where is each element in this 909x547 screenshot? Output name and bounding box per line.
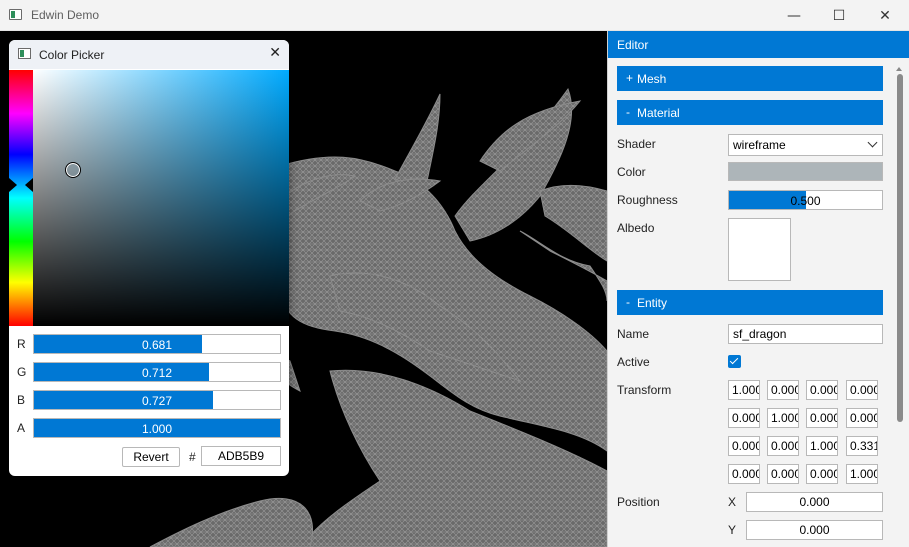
- channel-value: 1.000: [141, 422, 173, 436]
- editor-title: Editor: [617, 38, 649, 52]
- transform-cell-3-3[interactable]: 1.000: [846, 464, 878, 484]
- scrollbar-thumb[interactable]: [897, 74, 903, 422]
- channel-a-row: A 1.000: [9, 418, 289, 438]
- position-y-input[interactable]: 0.000: [746, 520, 883, 540]
- section-mesh[interactable]: + Mesh: [617, 66, 883, 91]
- saturation-value-area[interactable]: [33, 70, 289, 326]
- shader-value: wireframe: [733, 138, 786, 152]
- position-axis-label: X: [728, 495, 737, 509]
- scrollbar[interactable]: [892, 59, 908, 547]
- section-title: Entity: [637, 296, 668, 310]
- section-title: Mesh: [637, 72, 667, 86]
- section-entity[interactable]: - Entity: [617, 290, 883, 315]
- roughness-label: Roughness: [617, 193, 678, 207]
- hue-slider[interactable]: [9, 70, 33, 326]
- collapse-icon: -: [626, 295, 630, 309]
- section-title: Material: [637, 106, 680, 120]
- transform-label: Transform: [617, 383, 672, 397]
- position-label: Position: [617, 495, 660, 509]
- dialog-icon: [18, 48, 31, 59]
- channel-r-row: R 0.681: [9, 334, 289, 354]
- channel-value: 0.727: [141, 394, 173, 408]
- expand-icon: +: [626, 71, 634, 85]
- hex-input[interactable]: ADB5B9: [201, 446, 281, 466]
- position-axis-label: Y: [728, 523, 737, 537]
- channel-value: 0.681: [141, 338, 173, 352]
- transform-cell-3-0[interactable]: 0.000: [728, 464, 760, 484]
- transform-cell-1-1[interactable]: 1.000: [767, 408, 799, 428]
- active-checkbox[interactable]: [728, 355, 741, 368]
- maximize-button[interactable]: ☐: [816, 0, 862, 31]
- transform-cell-0-2[interactable]: 0.000: [806, 380, 838, 400]
- close-button[interactable]: ✕: [862, 0, 908, 31]
- channel-b-row: B 0.727: [9, 390, 289, 410]
- color-picker-title: Color Picker: [39, 48, 105, 62]
- name-label: Name: [617, 327, 650, 341]
- transform-cell-0-0[interactable]: 1.000: [728, 380, 760, 400]
- channel-r-slider[interactable]: 0.681: [33, 334, 281, 354]
- roughness-slider[interactable]: 0.500: [728, 190, 883, 210]
- collapse-icon: -: [626, 105, 630, 119]
- color-cursor-icon[interactable]: [65, 162, 81, 178]
- revert-button[interactable]: Revert: [122, 447, 180, 467]
- hex-hash-label: #: [189, 450, 196, 464]
- color-label: Color: [617, 165, 646, 179]
- editor-panel: Editor + Mesh - Material Shader wirefram…: [607, 31, 909, 547]
- section-material[interactable]: - Material: [617, 100, 883, 125]
- transform-cell-2-0[interactable]: 0.000: [728, 436, 760, 456]
- channel-label: R: [17, 337, 26, 351]
- transform-cell-1-0[interactable]: 0.000: [728, 408, 760, 428]
- title-bar: Edwin Demo — ☐ ✕: [0, 0, 909, 31]
- app-icon: [9, 9, 22, 20]
- scroll-up-icon[interactable]: [896, 67, 902, 71]
- name-input[interactable]: sf_dragon: [728, 324, 883, 344]
- chevron-down-icon: [867, 137, 878, 148]
- transform-cell-3-2[interactable]: 0.000: [806, 464, 838, 484]
- channel-a-slider[interactable]: 1.000: [33, 418, 281, 438]
- transform-cell-0-3[interactable]: 0.000: [846, 380, 878, 400]
- channel-g-row: G 0.712: [9, 362, 289, 382]
- hue-marker-right-icon[interactable]: [25, 178, 33, 192]
- color-picker-titlebar[interactable]: Color Picker ✕: [9, 40, 289, 69]
- albedo-label: Albedo: [617, 221, 655, 235]
- color-swatch[interactable]: [728, 162, 883, 181]
- active-label: Active: [617, 355, 650, 369]
- shader-select[interactable]: wireframe: [728, 134, 883, 156]
- color-picker-dialog: Color Picker ✕ R 0.681 G 0.712 B 0.727 A…: [9, 40, 289, 476]
- window-title: Edwin Demo: [31, 8, 100, 22]
- hue-marker-left-icon[interactable]: [9, 178, 17, 192]
- transform-cell-1-2[interactable]: 0.000: [806, 408, 838, 428]
- transform-cell-0-1[interactable]: 0.000: [767, 380, 799, 400]
- channel-value: 0.712: [141, 366, 173, 380]
- position-x-input[interactable]: 0.000: [746, 492, 883, 512]
- albedo-texture-slot[interactable]: [728, 218, 791, 281]
- channel-b-slider[interactable]: 0.727: [33, 390, 281, 410]
- minimize-button[interactable]: —: [771, 0, 817, 31]
- transform-cell-3-1[interactable]: 0.000: [767, 464, 799, 484]
- channel-label: B: [17, 393, 26, 407]
- channel-g-slider[interactable]: 0.712: [33, 362, 281, 382]
- transform-cell-2-1[interactable]: 0.000: [767, 436, 799, 456]
- shader-label: Shader: [617, 137, 656, 151]
- transform-cell-2-2[interactable]: 1.000: [806, 436, 838, 456]
- editor-header: Editor: [608, 31, 909, 58]
- transform-cell-2-3[interactable]: 0.331: [846, 436, 878, 456]
- transform-cell-1-3[interactable]: 0.000: [846, 408, 878, 428]
- roughness-value: 0.500: [790, 194, 821, 208]
- channel-label: G: [17, 365, 27, 379]
- close-icon[interactable]: ✕: [269, 45, 281, 61]
- channel-label: A: [17, 421, 26, 435]
